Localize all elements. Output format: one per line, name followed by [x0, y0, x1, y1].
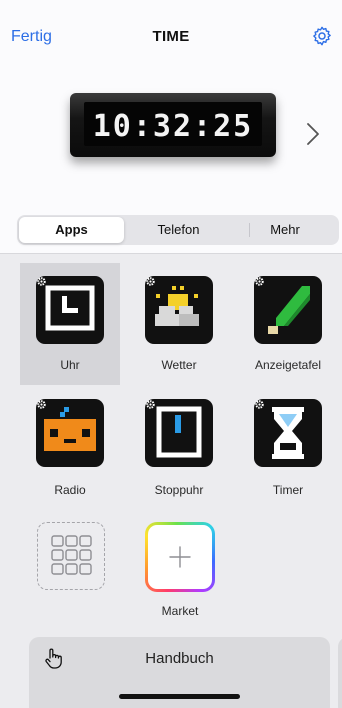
page-title: TIME — [152, 28, 190, 45]
app-tile-anzeigetafel[interactable] — [254, 276, 322, 344]
arrange-apps-button[interactable] — [37, 522, 105, 590]
settings-badge-icon — [37, 277, 46, 286]
market-label: Market — [161, 604, 199, 618]
app-tile-radio[interactable] — [36, 399, 104, 467]
device-screen: 10:32:25 — [84, 102, 262, 146]
divider — [0, 253, 342, 254]
device-time: 10:32:25 — [92, 109, 254, 144]
tab-apps[interactable]: Apps — [19, 217, 124, 243]
top-panel: Fertig TIME 10:32:25 Apps Telefon Mehr — [0, 0, 342, 253]
gear-icon[interactable] — [311, 25, 333, 47]
next-card[interactable] — [338, 637, 342, 708]
settings-badge-icon — [37, 400, 46, 409]
app-tile-timer[interactable] — [254, 399, 322, 467]
app-label: Timer — [272, 483, 304, 497]
market-inner — [148, 525, 212, 589]
tab-mehr[interactable]: Mehr — [233, 217, 337, 243]
settings-badge-icon — [255, 400, 264, 409]
device-preview[interactable]: 10:32:25 — [70, 93, 276, 163]
chevron-right-icon[interactable] — [306, 122, 320, 146]
app-label: Radio — [54, 483, 86, 497]
app-tile-wetter[interactable] — [145, 276, 213, 344]
app-label: Uhr — [60, 358, 80, 372]
settings-badge-icon — [146, 277, 155, 286]
app-label: Wetter — [161, 358, 197, 372]
settings-badge-icon — [146, 400, 155, 409]
manual-title: Handbuch — [145, 650, 214, 667]
device-body: 10:32:25 — [70, 93, 276, 157]
app-tile-uhr[interactable] — [36, 276, 104, 344]
home-indicator — [119, 694, 240, 699]
app-label: Anzeigetafel — [254, 358, 322, 372]
tab-telefon[interactable]: Telefon — [126, 217, 231, 243]
market-button[interactable] — [145, 522, 215, 592]
app-tile-stoppuhr[interactable] — [145, 399, 213, 467]
app-label: Stoppuhr — [154, 483, 204, 497]
grid-icon — [50, 534, 92, 575]
plus-icon — [169, 546, 191, 568]
segmented-control: Apps Telefon Mehr — [17, 215, 339, 245]
settings-badge-icon — [255, 277, 264, 286]
